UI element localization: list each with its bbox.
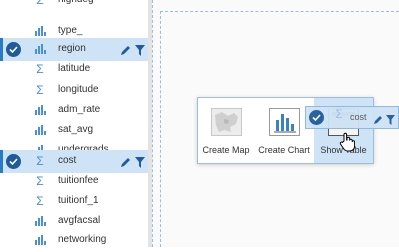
bar-chart-icon	[34, 42, 46, 56]
field-label: tuitionfee	[58, 175, 99, 186]
field-item-latitude[interactable]: Σ latitude	[0, 58, 148, 81]
sigma-icon: Σ	[335, 107, 343, 121]
sigma-icon: Σ	[36, 0, 44, 7]
hand-cursor-icon	[339, 132, 356, 157]
field-label: adm_rate	[58, 104, 101, 115]
check-icon	[309, 110, 324, 125]
dragged-field-chip[interactable]: Σ cost	[305, 106, 399, 129]
field-label: type_	[58, 25, 83, 36]
check-icon[interactable]	[6, 154, 21, 169]
bar-chart-icon	[34, 103, 46, 117]
field-label: highdeg	[58, 0, 94, 5]
field-label: avgfacsal	[58, 215, 101, 226]
field-label: region	[58, 43, 86, 54]
field-label: latitude	[58, 63, 91, 74]
pencil-icon	[373, 112, 383, 130]
bar-chart-icon	[34, 123, 46, 137]
filter-icon	[386, 112, 395, 130]
create-chart-label: Create Chart	[258, 145, 310, 155]
field-actions	[373, 112, 395, 130]
dragged-field-label: cost	[350, 112, 367, 122]
sigma-icon: Σ	[36, 194, 44, 208]
bar-chart-icon	[34, 24, 46, 38]
drop-zone-outline	[160, 11, 399, 12]
chart-thumbnail-icon	[269, 108, 300, 136]
field-label: networking	[58, 234, 107, 245]
bar-chart-icon	[34, 233, 46, 247]
field-item-highdeg[interactable]: Σ highdeg	[0, 0, 148, 12]
drop-zone-outline	[160, 11, 161, 247]
check-icon[interactable]	[6, 42, 21, 57]
create-map-option[interactable]: Create Map	[198, 98, 254, 163]
sigma-icon: Σ	[36, 174, 44, 188]
map-thumbnail-icon	[211, 108, 242, 136]
field-label: cost	[58, 155, 77, 166]
field-label: longitude	[58, 84, 99, 95]
field-label: tuitionf_1	[58, 195, 99, 206]
bar-chart-icon	[34, 214, 46, 228]
field-item-networking[interactable]: networking	[0, 229, 148, 252]
sigma-icon: Σ	[36, 83, 44, 97]
field-sidebar: Σ highdeg type_ region Σ latitude Σ long…	[0, 0, 148, 247]
field-label: sat_avg	[58, 124, 94, 135]
create-chart-option[interactable]: Create Chart	[256, 98, 312, 163]
create-map-label: Create Map	[202, 145, 250, 155]
sigma-icon: Σ	[36, 154, 44, 168]
sigma-icon: Σ	[36, 62, 44, 76]
